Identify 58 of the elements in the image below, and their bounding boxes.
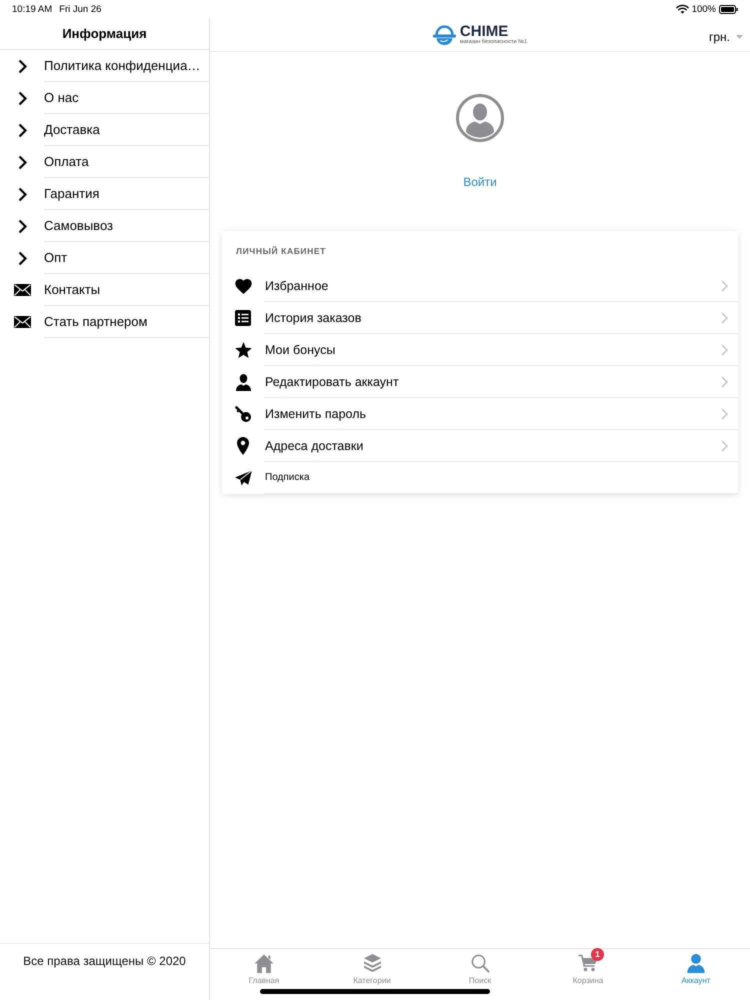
tab-bar-item[interactable]: 1 Корзина bbox=[534, 949, 642, 1000]
account-menu-item[interactable]: Изменить пароль bbox=[222, 398, 738, 430]
account-menu-item[interactable]: Подписка bbox=[222, 462, 738, 494]
star-icon bbox=[234, 342, 252, 358]
account-menu-item[interactable]: Избранное bbox=[222, 270, 738, 302]
chevron-icon bbox=[18, 250, 26, 266]
heart-icon bbox=[234, 278, 252, 294]
copyright-text: Все права защищены © 2020 bbox=[23, 954, 186, 968]
account-menu-item[interactable]: Адреса доставки bbox=[222, 430, 738, 462]
key-icon bbox=[235, 406, 251, 422]
person-icon bbox=[687, 954, 705, 972]
sidebar-item[interactable]: Стать партнером bbox=[0, 306, 209, 338]
sidebar-item[interactable]: Политика конфиденциа… bbox=[0, 50, 209, 82]
account-menu-item[interactable]: Мои бонусы bbox=[222, 334, 738, 366]
sidebar-item[interactable]: Оплата bbox=[0, 146, 209, 178]
chevron-icon bbox=[18, 122, 26, 138]
wifi-icon bbox=[676, 4, 689, 14]
chevron-icon bbox=[721, 280, 728, 292]
sidebar-item[interactable]: Самовывоз bbox=[0, 210, 209, 242]
avatar-icon bbox=[456, 94, 504, 142]
logo-title: CHIME bbox=[460, 24, 508, 38]
battery-icon bbox=[719, 4, 738, 14]
chevron-icon bbox=[721, 344, 728, 356]
home-icon bbox=[254, 954, 274, 972]
sidebar-item[interactable]: Контакты bbox=[0, 274, 209, 306]
pin-icon bbox=[237, 437, 249, 455]
chevron-icon bbox=[721, 312, 728, 324]
paper-plane-icon bbox=[234, 470, 252, 486]
chevron-icon bbox=[18, 58, 26, 74]
person-icon bbox=[236, 374, 250, 390]
tab-bar-item[interactable]: Аккаунт bbox=[642, 949, 750, 1000]
search-icon bbox=[470, 954, 490, 972]
chevron-icon bbox=[18, 154, 26, 170]
currency-selector[interactable]: грн. bbox=[708, 30, 743, 44]
account-menu-item[interactable]: История заказов bbox=[222, 302, 738, 334]
logo-icon bbox=[432, 24, 456, 45]
chevron-icon bbox=[18, 186, 26, 202]
chevron-icon bbox=[721, 408, 728, 420]
caret-icon bbox=[736, 34, 743, 38]
status-time: 10:19 AM bbox=[12, 4, 52, 14]
chevron-icon bbox=[18, 90, 26, 106]
status-date: Fri Jun 26 bbox=[59, 4, 102, 14]
sidebar-item[interactable]: Гарантия bbox=[0, 178, 209, 210]
chevron-icon bbox=[721, 376, 728, 388]
account-menu-item[interactable]: Редактировать аккаунт bbox=[222, 366, 738, 398]
battery-percent: 100% bbox=[692, 4, 716, 14]
chevron-icon bbox=[721, 440, 728, 452]
chevron-icon bbox=[18, 218, 26, 234]
list-icon bbox=[235, 310, 251, 326]
section-title: ЛИЧНЫЙ КАБИНЕТ bbox=[236, 246, 326, 256]
envelope-icon bbox=[14, 284, 30, 296]
envelope-icon bbox=[14, 316, 30, 328]
sidebar-title: Информация bbox=[62, 26, 147, 41]
cart-badge: 1 bbox=[591, 948, 604, 961]
sidebar-item[interactable]: Опт bbox=[0, 242, 209, 274]
layers-icon bbox=[362, 954, 382, 972]
sidebar-item[interactable]: О нас bbox=[0, 82, 209, 114]
sidebar-item[interactable]: Доставка bbox=[0, 114, 209, 146]
